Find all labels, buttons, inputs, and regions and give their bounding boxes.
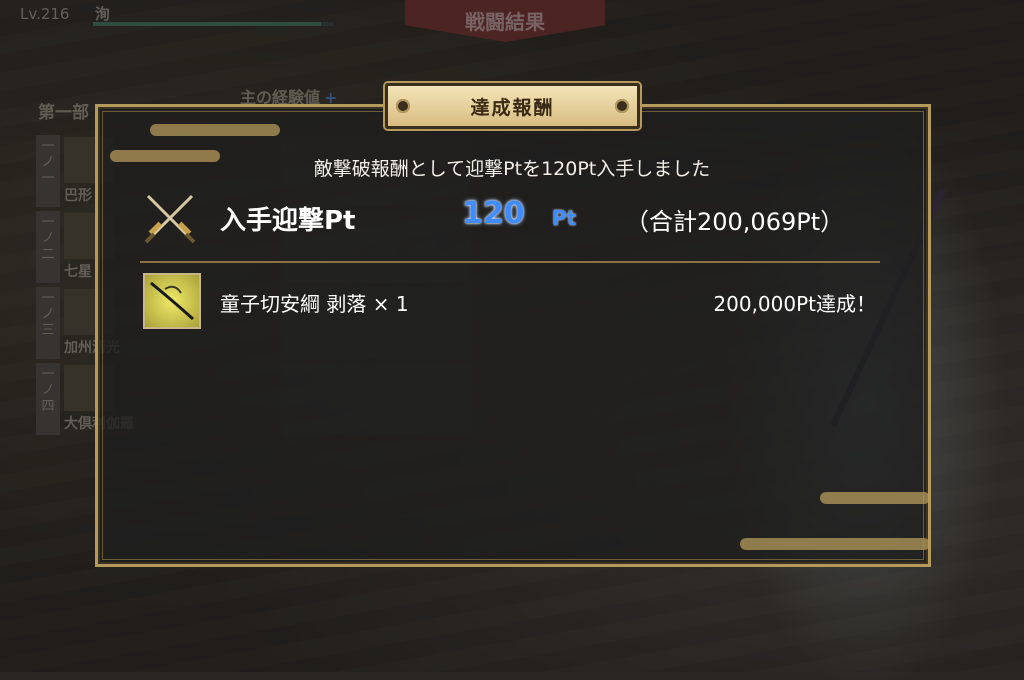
dialog-title: 達成報酬 [470,97,555,119]
cloud-decoration [820,492,930,504]
cloud-decoration [150,124,280,136]
divider [140,261,880,263]
rosette-icon [615,99,629,113]
sword-item-icon [143,273,201,329]
sword-glyph-icon [150,281,195,321]
points-value: 120 [462,196,525,231]
points-unit: Pt [552,206,577,230]
reward-message: 敵撃破報酬として迎撃Ptを120Pt入手しました [313,158,711,180]
dialog-title-plate: 達成報酬 [385,83,640,129]
crossed-swords-icon [144,194,196,244]
points-total: （合計200,069Pt） [625,208,845,236]
points-label: 入手迎撃Pt [220,206,356,236]
reward-item-name: 童子切安綱 剥落 × 1 [220,292,409,316]
reward-achievement: 200,000Pt達成！ [713,292,876,316]
cloud-decoration [740,538,930,550]
